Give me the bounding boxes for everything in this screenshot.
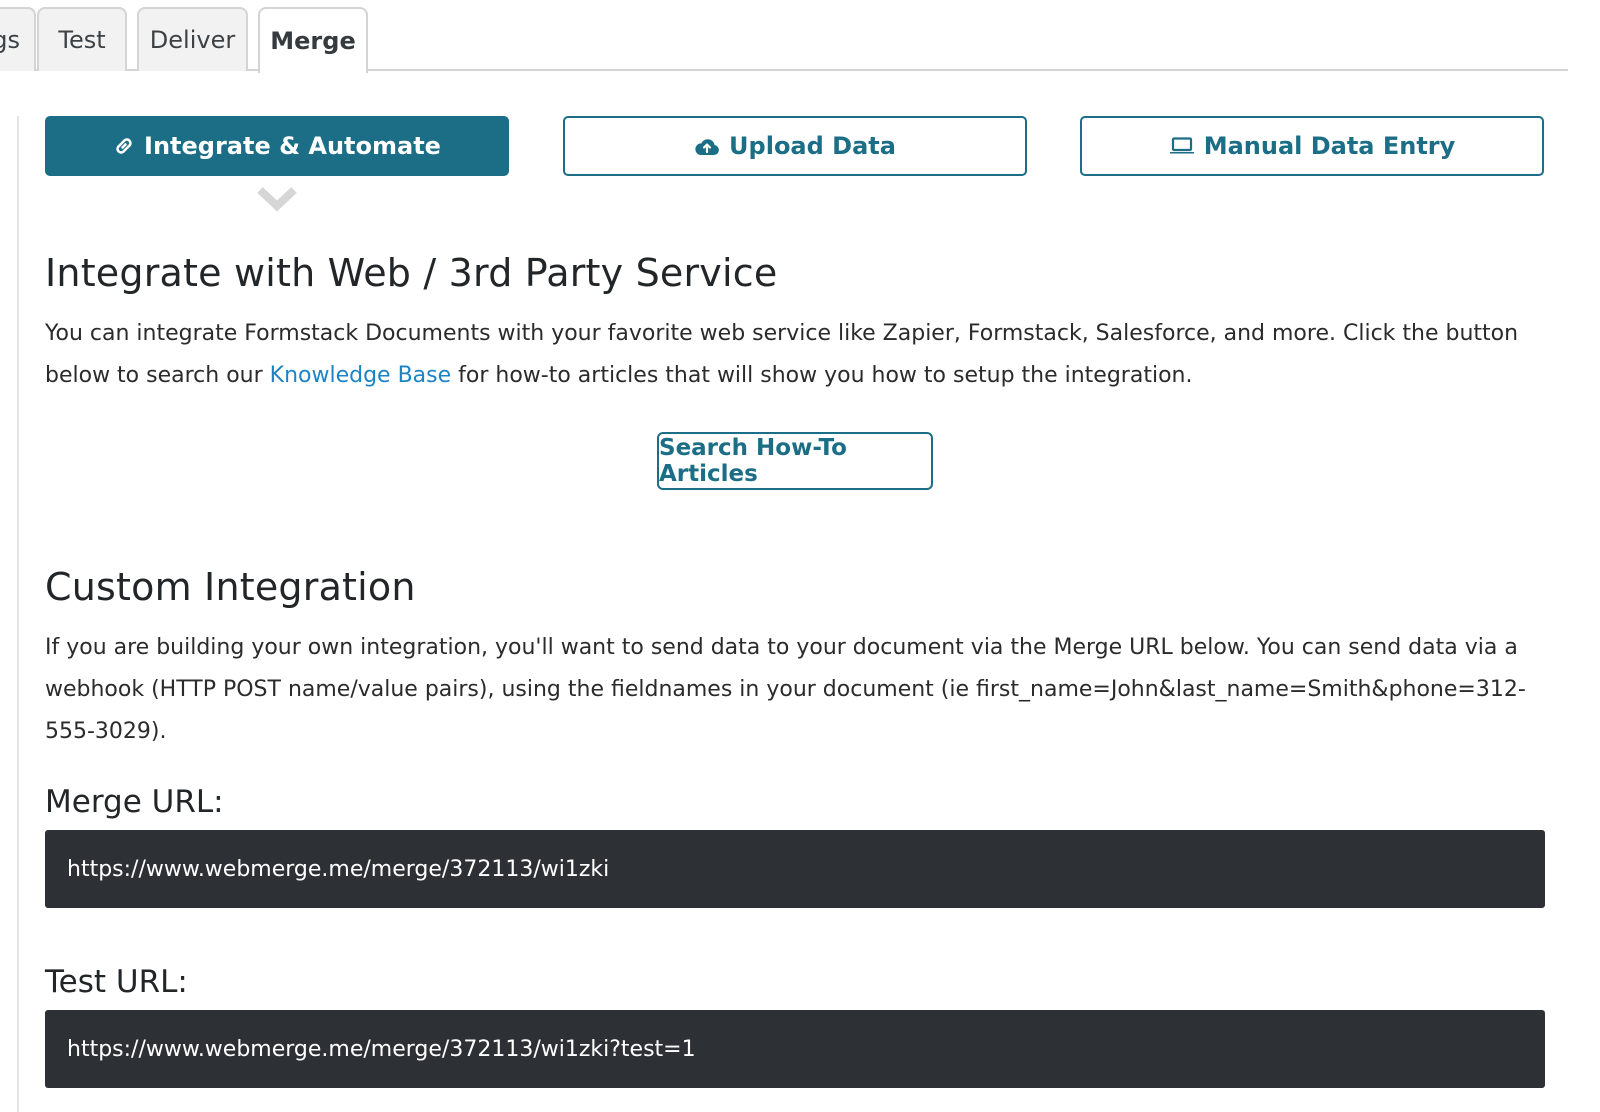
merge-url-label: Merge URL: bbox=[45, 784, 224, 820]
upload-data-button[interactable]: Upload Data bbox=[563, 116, 1027, 176]
test-url-field[interactable]: https://www.webmerge.me/merge/372113/wi1… bbox=[45, 1010, 1545, 1088]
tab-deliver[interactable]: Deliver bbox=[137, 7, 248, 71]
integrate-automate-button[interactable]: Integrate & Automate bbox=[45, 116, 509, 176]
integrate-automate-label: Integrate & Automate bbox=[144, 132, 441, 160]
merge-page: gs Test Deliver Merge Integrate & Automa… bbox=[0, 0, 1600, 1112]
merge-url-field[interactable]: https://www.webmerge.me/merge/372113/wi1… bbox=[45, 830, 1545, 908]
tab-label: Merge bbox=[270, 27, 356, 55]
integrate-text-after-link: for how-to articles that will show you h… bbox=[451, 363, 1193, 388]
manual-data-entry-button[interactable]: Manual Data Entry bbox=[1080, 116, 1544, 176]
cloud-upload-icon bbox=[694, 136, 720, 156]
tab-label: gs bbox=[0, 26, 20, 54]
test-url-value: https://www.webmerge.me/merge/372113/wi1… bbox=[67, 1036, 696, 1062]
merge-url-value: https://www.webmerge.me/merge/372113/wi1… bbox=[67, 856, 610, 882]
link-icon bbox=[113, 135, 135, 157]
tab-settings[interactable]: gs bbox=[0, 7, 36, 71]
test-url-label: Test URL: bbox=[45, 964, 188, 1000]
search-how-to-articles-button[interactable]: Search How-To Articles bbox=[657, 432, 933, 490]
content-left-border bbox=[17, 116, 19, 1112]
chevron-down-icon bbox=[256, 186, 298, 218]
custom-integration-title: Custom Integration bbox=[45, 565, 416, 609]
custom-integration-description: If you are building your own integration… bbox=[45, 635, 1526, 744]
laptop-icon bbox=[1169, 137, 1195, 155]
tab-label: Deliver bbox=[149, 26, 236, 54]
knowledge-base-link[interactable]: Knowledge Base bbox=[270, 363, 452, 388]
tab-test[interactable]: Test bbox=[37, 7, 127, 71]
integrate-section-title: Integrate with Web / 3rd Party Service bbox=[45, 251, 778, 295]
manual-data-entry-label: Manual Data Entry bbox=[1203, 132, 1456, 160]
tab-merge[interactable]: Merge bbox=[258, 7, 368, 73]
integrate-description: You can integrate Formstack Documents wi… bbox=[45, 313, 1560, 397]
tab-bar: gs Test Deliver Merge bbox=[0, 0, 1568, 73]
upload-data-label: Upload Data bbox=[729, 132, 896, 160]
tab-label: Test bbox=[58, 26, 106, 54]
